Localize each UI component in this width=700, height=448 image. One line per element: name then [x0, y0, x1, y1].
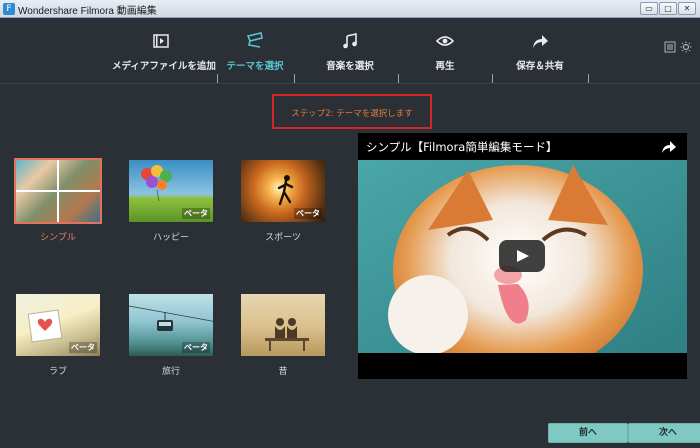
nav-divider [492, 74, 493, 83]
theme-label: シンプル [40, 233, 76, 243]
filmora-app-icon: F [3, 3, 15, 15]
step-hint-box: ステップ2: テーマを選択します [272, 94, 432, 129]
beta-badge: ベータ [294, 208, 322, 219]
nav-label: 再生 [435, 61, 455, 72]
nav-save-share[interactable]: 保存＆共有 [510, 30, 570, 72]
theme-label: ラブ [48, 367, 67, 377]
nav-divider [398, 74, 399, 83]
music-note-icon [318, 30, 382, 52]
title-bar: F Wondershare Filmora 動画編集 ▭ □ ✕ [0, 0, 700, 18]
theme-thumbnail[interactable]: ベータ [127, 158, 215, 224]
theme-label: スポーツ [265, 233, 301, 243]
theme-thumbnail[interactable]: ベータ [239, 158, 327, 224]
nav-label: メディアファイルを追加 [112, 61, 216, 72]
nav-label: 音楽を選択 [326, 61, 374, 72]
minimize-button[interactable]: ▭ [640, 2, 658, 15]
cable-car-image [129, 305, 213, 331]
share-icon[interactable] [661, 140, 677, 154]
close-button[interactable]: ✕ [678, 2, 696, 15]
menu-icon[interactable] [664, 41, 676, 53]
nav-label: テーマを選択 [226, 61, 284, 72]
theme-label: 昔 [278, 367, 288, 377]
media-add-icon [112, 30, 210, 52]
play-button[interactable] [499, 240, 545, 272]
theme-icon [222, 30, 288, 52]
nav-divider [294, 74, 295, 83]
window-title: Wondershare Filmora 動画編集 [18, 6, 157, 17]
nav-label: 保存＆共有 [516, 61, 564, 72]
nav-play[interactable]: 再生 [425, 30, 465, 72]
runner-image [277, 175, 294, 206]
nav-music[interactable]: 音楽を選択 [318, 30, 382, 72]
preview-title: シンプル【Filmora簡単編集モード】 [366, 140, 558, 154]
theme-label: ハッピー [152, 233, 189, 243]
beta-badge: ベータ [182, 208, 210, 219]
video-player[interactable] [358, 160, 687, 353]
share-arrow-icon [510, 30, 570, 52]
nav-theme[interactable]: テーマを選択 [222, 30, 288, 72]
theme-thumbnail[interactable] [14, 158, 102, 224]
maximize-button[interactable]: □ [659, 2, 677, 15]
brightness-icon[interactable] [680, 41, 692, 53]
preview-panel: シンプル【Filmora簡単編集モード】 [358, 133, 687, 379]
theme-thumbnail[interactable] [239, 292, 327, 358]
balloons-image [141, 165, 172, 202]
theme-thumbnail[interactable]: ベータ [127, 292, 215, 358]
beta-badge: ベータ [69, 342, 97, 353]
beta-badge: ベータ [182, 342, 210, 353]
step-hint-text: ステップ2: テーマを選択します [291, 109, 413, 119]
top-navigation: メディアファイルを追加 テーマを選択 音楽を選択 再生 保存＆共有 [0, 18, 700, 84]
prev-button[interactable]: 前へ [548, 423, 628, 443]
next-button[interactable]: 次へ [628, 423, 700, 443]
nav-divider [588, 74, 589, 83]
nav-media-add[interactable]: メディアファイルを追加 [112, 30, 216, 72]
eye-icon [425, 30, 465, 52]
theme-label: 旅行 [161, 367, 180, 377]
nav-divider [217, 74, 218, 83]
couple-bench-image [265, 318, 309, 351]
love-card-image [27, 309, 63, 343]
theme-thumbnail[interactable]: ベータ [14, 292, 102, 358]
